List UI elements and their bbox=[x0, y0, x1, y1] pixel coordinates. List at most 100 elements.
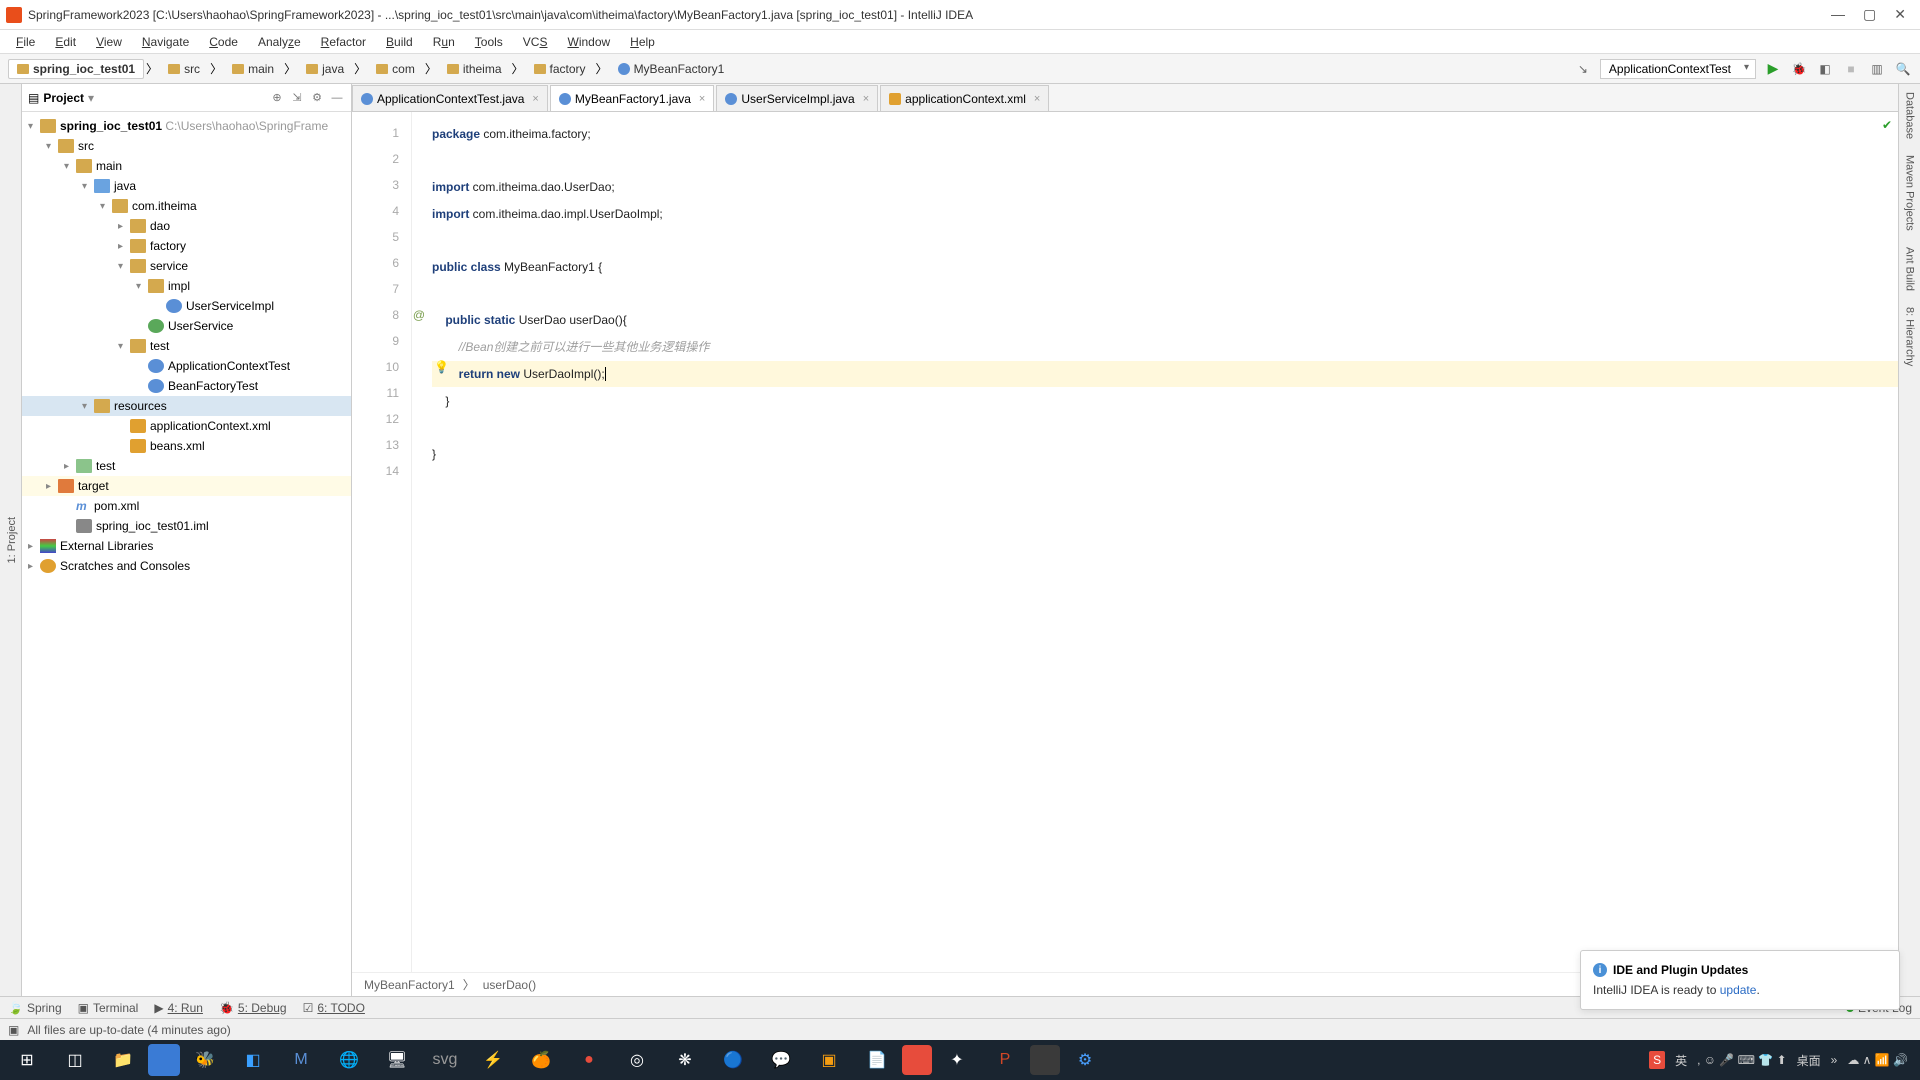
app-icon[interactable]: 🔵 bbox=[710, 1042, 756, 1078]
app-icon[interactable] bbox=[148, 1044, 180, 1076]
app-icon[interactable]: 🍊 bbox=[518, 1042, 564, 1078]
crumb-module[interactable]: spring_ioc_test01 bbox=[8, 59, 144, 79]
collapse-icon[interactable]: ⇲ bbox=[289, 90, 305, 106]
status-bar: ▣ All files are up-to-date (4 minutes ag… bbox=[0, 1018, 1920, 1040]
project-tree[interactable]: ▾spring_ioc_test01 C:\Users\haohao\Sprin… bbox=[22, 112, 351, 996]
close-icon[interactable]: × bbox=[863, 93, 869, 105]
crumb-class[interactable]: MyBeanFactory1 bbox=[610, 60, 733, 78]
toolwindow-spring[interactable]: 🍃 Spring bbox=[8, 1001, 62, 1015]
project-structure-icon[interactable]: ▥ bbox=[1868, 60, 1886, 78]
close-icon[interactable]: × bbox=[1034, 93, 1040, 105]
menu-file[interactable]: File bbox=[8, 33, 43, 51]
crumb[interactable]: main bbox=[224, 60, 282, 78]
start-button[interactable]: ⊞ bbox=[4, 1042, 50, 1078]
code-area[interactable]: 1234567 8@ 9 10💡 11121314 package com.it… bbox=[352, 112, 1898, 972]
intention-bulb-icon[interactable]: 💡 bbox=[378, 354, 449, 380]
app-icon[interactable]: svg bbox=[422, 1042, 468, 1078]
sidebar-tab-hierarchy[interactable]: 8: Hierarchy bbox=[1901, 299, 1919, 374]
app-icon[interactable]: ✦ bbox=[934, 1042, 980, 1078]
menu-run[interactable]: Run bbox=[425, 33, 463, 51]
tab[interactable]: UserServiceImpl.java× bbox=[716, 85, 878, 111]
toolwindow-terminal[interactable]: ▣ Terminal bbox=[78, 1001, 139, 1015]
app-icon[interactable]: M bbox=[278, 1042, 324, 1078]
crumb[interactable]: src bbox=[160, 60, 208, 78]
editor-tabs: ApplicationContextTest.java× MyBeanFacto… bbox=[352, 84, 1898, 112]
breadcrumbs: spring_ioc_test01 〉 src 〉 main 〉 java 〉 … bbox=[8, 59, 1574, 79]
menu-refactor[interactable]: Refactor bbox=[313, 33, 374, 51]
tab[interactable]: applicationContext.xml× bbox=[880, 85, 1049, 111]
run-button[interactable]: ▶ bbox=[1764, 60, 1782, 78]
inspection-ok-icon[interactable]: ✔ bbox=[1882, 118, 1892, 132]
app-icon[interactable]: 🖥 bbox=[374, 1042, 420, 1078]
menu-analyze[interactable]: Analyze bbox=[250, 33, 309, 51]
crumb[interactable]: java bbox=[298, 60, 352, 78]
notification-body: IntelliJ IDEA is ready to update. bbox=[1593, 983, 1887, 997]
sidebar-tab-maven[interactable]: Maven Projects bbox=[1901, 147, 1919, 239]
system-tray[interactable]: S 英, ☺ 🎤 ⌨ 👕 ⬆ 桌面» ☁ ∧ 📶 🔊 bbox=[1649, 1051, 1916, 1069]
menu-tools[interactable]: Tools bbox=[467, 33, 511, 51]
app-icon[interactable]: ⚙ bbox=[1062, 1042, 1108, 1078]
wechat-icon[interactable]: 💬 bbox=[758, 1042, 804, 1078]
crumb-class[interactable]: MyBeanFactory1 bbox=[364, 978, 455, 992]
sidebar-tab-favorites[interactable]: ⭐ 2: Favorites bbox=[0, 906, 3, 996]
task-view-icon[interactable]: ◫ bbox=[52, 1042, 98, 1078]
project-view-icon[interactable]: ▤ bbox=[28, 91, 39, 105]
update-link[interactable]: update bbox=[1720, 983, 1757, 997]
maximize-button[interactable]: ▢ bbox=[1863, 6, 1876, 23]
menu-vcs[interactable]: VCS bbox=[515, 33, 556, 51]
app-icon[interactable]: ◎ bbox=[614, 1042, 660, 1078]
app-icon[interactable]: ❋ bbox=[662, 1042, 708, 1078]
stop-button[interactable]: ■ bbox=[1842, 60, 1860, 78]
crumb-method[interactable]: userDao() bbox=[483, 978, 536, 992]
close-icon[interactable]: × bbox=[532, 93, 538, 105]
app-icon bbox=[6, 7, 22, 23]
menu-edit[interactable]: Edit bbox=[47, 33, 84, 51]
menu-help[interactable]: Help bbox=[622, 33, 663, 51]
build-icon[interactable]: ↘ bbox=[1574, 60, 1592, 78]
chrome-icon[interactable]: 🌐 bbox=[326, 1042, 372, 1078]
status-text: All files are up-to-date (4 minutes ago) bbox=[27, 1023, 230, 1037]
locate-icon[interactable]: ⊕ bbox=[269, 90, 285, 106]
close-icon[interactable]: × bbox=[699, 93, 705, 105]
app-icon[interactable]: ● bbox=[566, 1042, 612, 1078]
crumb[interactable]: factory bbox=[526, 60, 594, 78]
main-area: 1: Project ⭐ 2: Favorites 7: Structure ▤… bbox=[0, 84, 1920, 996]
menu-window[interactable]: Window bbox=[559, 33, 618, 51]
right-tool-strip: Database Maven Projects Ant Build 8: Hie… bbox=[1898, 84, 1920, 996]
toolwindow-todo[interactable]: ☑ 6: TODO bbox=[303, 1001, 365, 1015]
toolwindow-run[interactable]: ▶ 4: Run bbox=[154, 1001, 203, 1015]
app-icon[interactable] bbox=[902, 1045, 932, 1075]
coverage-button[interactable]: ◧ bbox=[1816, 60, 1834, 78]
intellij-icon[interactable] bbox=[1030, 1045, 1060, 1075]
app-icon[interactable]: ◧ bbox=[230, 1042, 276, 1078]
menu-build[interactable]: Build bbox=[378, 33, 421, 51]
tab[interactable]: ApplicationContextTest.java× bbox=[352, 85, 548, 111]
windows-taskbar: ⊞ ◫ 📁 🐝 ◧ M 🌐 🖥 svg ⚡ 🍊 ● ◎ ❋ 🔵 💬 ▣ 📄 ✦ … bbox=[0, 1040, 1920, 1080]
menu-navigate[interactable]: Navigate bbox=[134, 33, 197, 51]
sidebar-tab-database[interactable]: Database bbox=[1901, 84, 1919, 147]
toolwindow-toggle-icon[interactable]: ▣ bbox=[8, 1023, 19, 1037]
sidebar-tab-ant[interactable]: Ant Build bbox=[1901, 239, 1919, 299]
code-text[interactable]: package com.itheima.factory; import com.… bbox=[412, 112, 1898, 972]
explorer-icon[interactable]: 📁 bbox=[100, 1042, 146, 1078]
tab-active[interactable]: MyBeanFactory1.java× bbox=[550, 85, 715, 111]
app-icon[interactable]: ▣ bbox=[806, 1042, 852, 1078]
sidebar-tab-project[interactable]: 1: Project bbox=[3, 509, 21, 571]
app-icon[interactable]: 📄 bbox=[854, 1042, 900, 1078]
debug-button[interactable]: 🐞 bbox=[1790, 60, 1808, 78]
settings-icon[interactable]: ⚙ bbox=[309, 90, 325, 106]
app-icon[interactable]: 🐝 bbox=[182, 1042, 228, 1078]
powerpoint-icon[interactable]: P bbox=[982, 1042, 1028, 1078]
minimize-button[interactable]: — bbox=[1831, 6, 1845, 23]
app-icon[interactable]: ⚡ bbox=[470, 1042, 516, 1078]
search-everywhere-icon[interactable]: 🔍 bbox=[1894, 60, 1912, 78]
close-button[interactable]: ✕ bbox=[1894, 6, 1906, 23]
menu-code[interactable]: Code bbox=[201, 33, 246, 51]
toolwindow-debug[interactable]: 🐞 5: Debug bbox=[219, 1001, 287, 1015]
menu-view[interactable]: View bbox=[88, 33, 130, 51]
run-configuration-select[interactable]: ApplicationContextTest bbox=[1600, 59, 1756, 79]
crumb[interactable]: itheima bbox=[439, 60, 510, 78]
update-notification[interactable]: iIDE and Plugin Updates IntelliJ IDEA is… bbox=[1580, 950, 1900, 1010]
crumb[interactable]: com bbox=[368, 60, 423, 78]
hide-icon[interactable]: — bbox=[329, 90, 345, 106]
